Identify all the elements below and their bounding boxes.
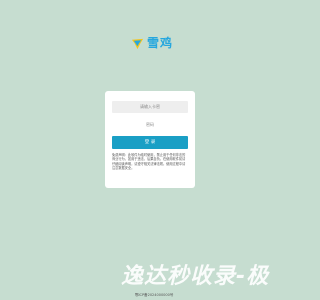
- login-card: 请输入卡密 密码 登 录 免费声明：此软件为临时使用，禁止用于任何非法的商业行为…: [105, 91, 195, 188]
- logo-icon: [131, 38, 144, 49]
- login-button[interactable]: 登 录: [112, 136, 188, 149]
- watermark-text: 逸达秒收录-极: [121, 264, 270, 289]
- brand-name: 雪鸡: [147, 36, 174, 50]
- password-input[interactable]: 密码: [112, 119, 188, 131]
- card-code-input[interactable]: 请输入卡密: [112, 101, 188, 113]
- disclaimer-text: 免费声明：此软件为临时使用，禁止用于任何非法的商业行为，如用于违法，后果自负。在…: [112, 153, 186, 170]
- brand-logo: 雪鸡: [131, 36, 173, 50]
- icp-link[interactable]: 鄂ICP备2024000000号: [135, 293, 173, 297]
